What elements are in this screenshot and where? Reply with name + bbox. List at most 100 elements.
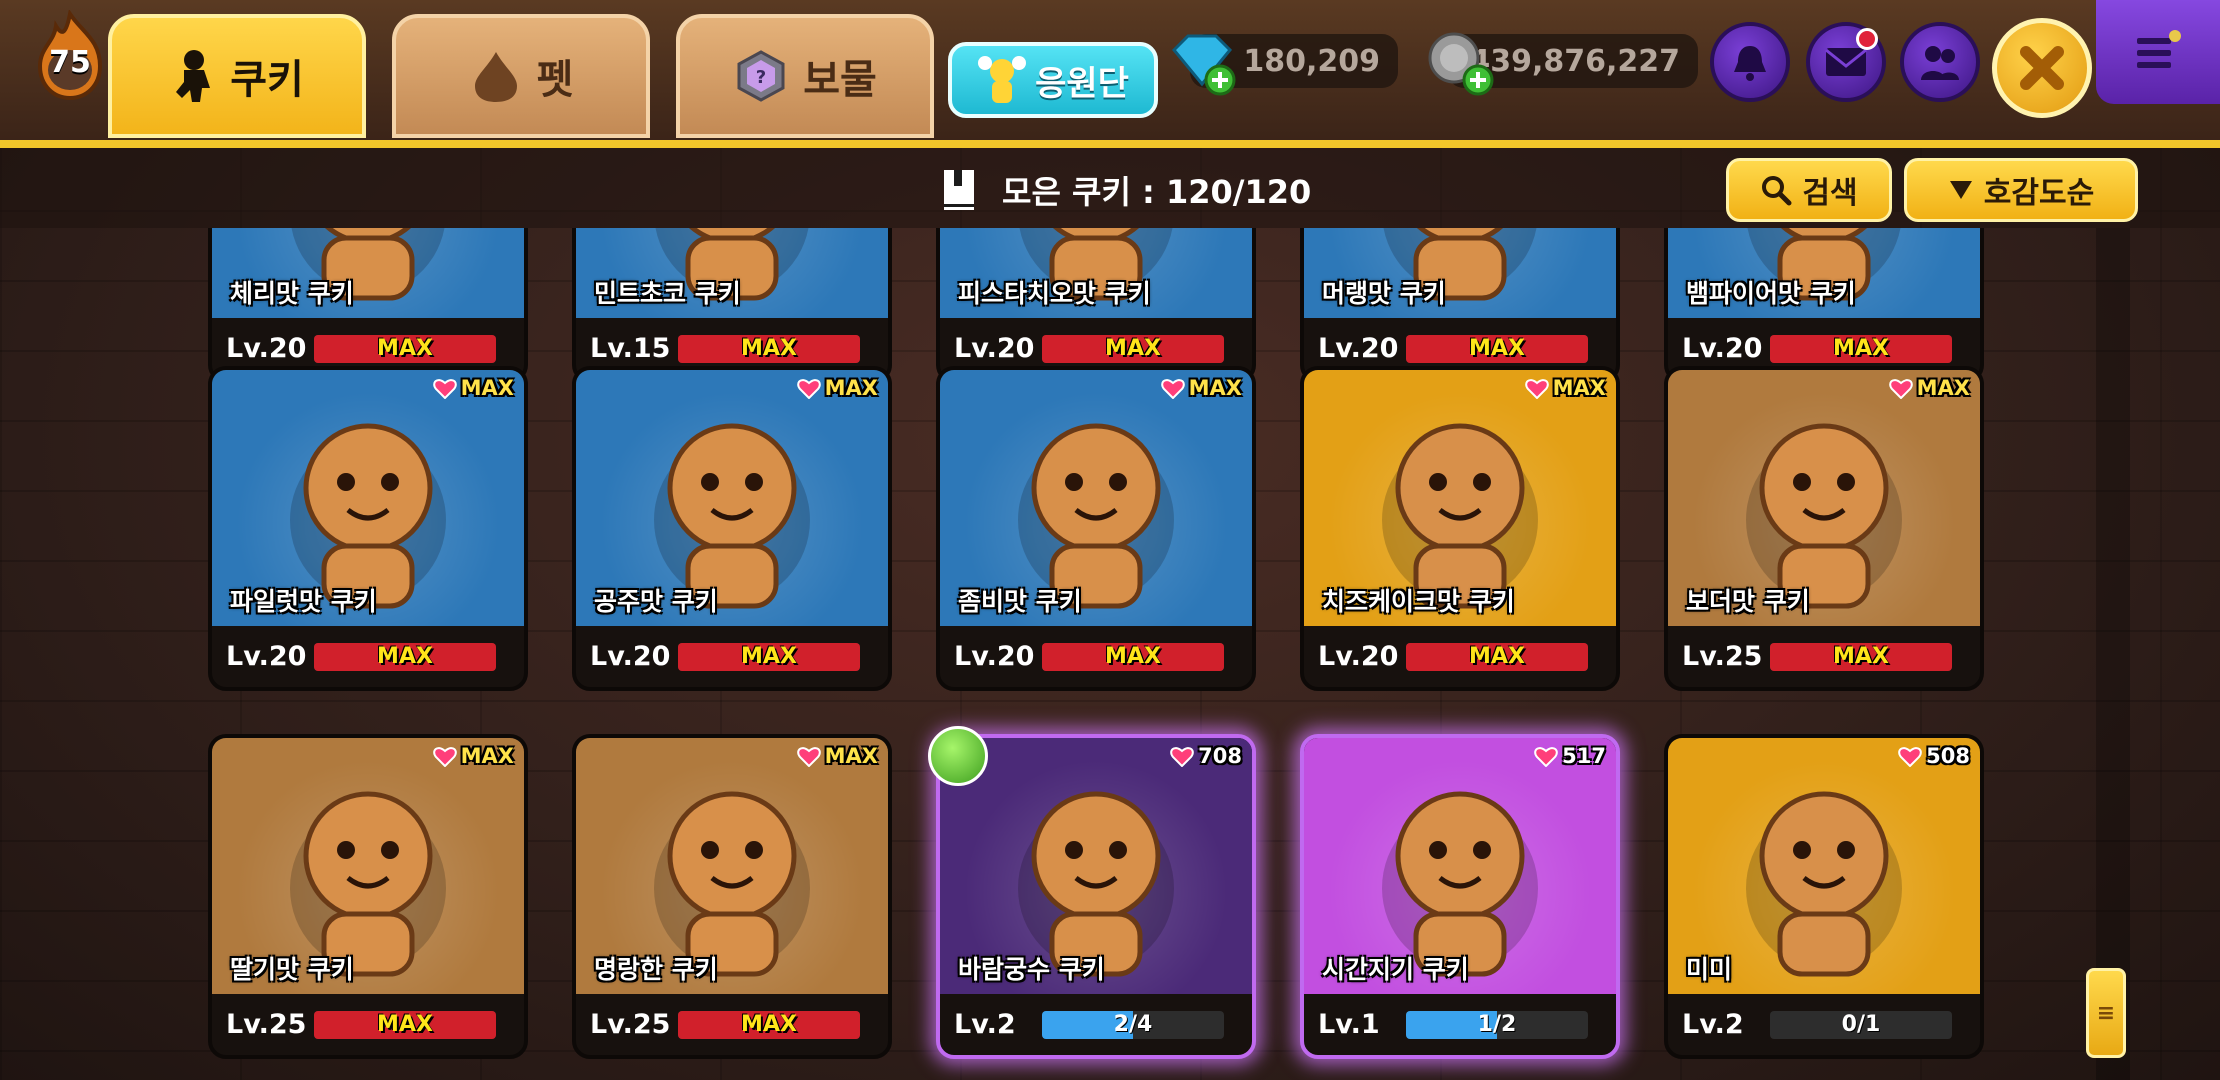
cookie-card[interactable]: 머랭맛 쿠키 Lv.20 MAX bbox=[1300, 228, 1620, 383]
top-bar: 75 쿠키 펫 ? 보물 응원단 180,209 439,876,227 bbox=[0, 0, 2220, 148]
collected-count-label: 모은 쿠키 : 120/120 bbox=[1002, 173, 1312, 211]
affinity-badge: 508 bbox=[1898, 744, 1970, 768]
level-progress-bar: MAX bbox=[1406, 642, 1588, 671]
tab-pet-label: 펫 bbox=[536, 57, 574, 103]
menu-icon bbox=[2137, 30, 2181, 68]
cookie-card[interactable]: 뱀파이어맛 쿠키 Lv.20 MAX bbox=[1664, 228, 1984, 383]
level-progress-bar: 1/2 bbox=[1406, 1010, 1588, 1039]
affinity-value: MAX bbox=[460, 744, 514, 768]
search-button[interactable]: 검색 bbox=[1726, 158, 1892, 222]
cheer-icon bbox=[978, 56, 1027, 103]
buff-gem-icon bbox=[928, 726, 988, 786]
level-progress-label: 1/2 bbox=[1477, 1012, 1517, 1037]
cookie-level: Lv.20 bbox=[1682, 333, 1763, 364]
treasure-icon: ? bbox=[737, 50, 785, 102]
cookie-card[interactable]: MAX 치즈케이크맛 쿠키 Lv.20 MAX bbox=[1300, 366, 1620, 691]
sort-dropdown[interactable]: 호감도순 bbox=[1904, 158, 2138, 222]
heart-icon bbox=[796, 747, 821, 767]
level-progress-bar: MAX bbox=[678, 642, 860, 671]
level-progress-bar: MAX bbox=[314, 642, 496, 671]
cookie-card[interactable]: MAX 좀비맛 쿠키 Lv.20 MAX bbox=[936, 366, 1256, 691]
cookie-icon bbox=[176, 50, 211, 102]
coin-icon bbox=[1428, 32, 1494, 96]
book-icon bbox=[944, 170, 974, 210]
cookie-name: 좀비맛 쿠키 bbox=[958, 587, 1082, 616]
level-progress-bar: MAX bbox=[1770, 334, 1952, 363]
affinity-value: 517 bbox=[1562, 744, 1606, 768]
cookie-card[interactable]: MAX 파일럿맛 쿠키 Lv.20 MAX bbox=[208, 366, 528, 691]
cookie-level: Lv.25 bbox=[1682, 641, 1763, 672]
cookie-card[interactable]: 체리맛 쿠키 Lv.20 MAX bbox=[208, 228, 528, 383]
friends-button[interactable] bbox=[1900, 22, 1980, 102]
level-progress-label: MAX bbox=[377, 644, 433, 669]
card-footer: Lv.20 MAX bbox=[576, 626, 888, 687]
cookie-name: 머랭맛 쿠키 bbox=[1322, 279, 1446, 308]
level-progress-bar: MAX bbox=[1042, 334, 1224, 363]
mail-notification-dot bbox=[1856, 28, 1878, 50]
close-icon bbox=[2020, 46, 2064, 90]
level-progress-bar: MAX bbox=[678, 1010, 860, 1039]
level-progress-label: MAX bbox=[1469, 644, 1525, 669]
bell-icon bbox=[1734, 46, 1766, 81]
affinity-badge: MAX bbox=[796, 376, 878, 400]
heart-icon bbox=[432, 747, 457, 767]
cookie-level: Lv.20 bbox=[226, 333, 307, 364]
level-progress-label: MAX bbox=[1469, 336, 1525, 361]
cookie-level: Lv.20 bbox=[1318, 333, 1399, 364]
cookie-name: 보더맛 쿠키 bbox=[1686, 587, 1810, 616]
cookie-name: 체리맛 쿠키 bbox=[230, 279, 354, 308]
cheer-squad-button[interactable]: 응원단 bbox=[948, 42, 1158, 118]
tab-cookie[interactable]: 쿠키 bbox=[108, 14, 366, 138]
svg-text:?: ? bbox=[756, 67, 766, 88]
cookie-name: 명랑한 쿠키 bbox=[594, 955, 718, 984]
affinity-badge: MAX bbox=[1524, 376, 1606, 400]
heart-icon bbox=[432, 379, 457, 399]
player-level: 75 bbox=[49, 45, 91, 80]
scrollbar-handle[interactable]: ≡ bbox=[2086, 968, 2126, 1058]
notification-button[interactable] bbox=[1710, 22, 1790, 102]
cookie-card[interactable]: MAX 딸기맛 쿠키 Lv.25 MAX bbox=[208, 734, 528, 1059]
mail-button[interactable] bbox=[1806, 22, 1886, 102]
cookie-level: Lv.2 bbox=[1682, 1009, 1744, 1040]
card-footer: Lv.25 MAX bbox=[212, 994, 524, 1055]
crystal-icon bbox=[1171, 34, 1236, 96]
cookie-name: 뱀파이어맛 쿠키 bbox=[1686, 279, 1856, 308]
cookie-card[interactable]: MAX 공주맛 쿠키 Lv.20 MAX bbox=[572, 366, 892, 691]
collected-count: 모은 쿠키 : 120/120 bbox=[940, 160, 1311, 220]
card-footer: Lv.2 2/4 bbox=[940, 994, 1252, 1055]
cookie-name: 미미 bbox=[1686, 955, 1733, 984]
menu-button[interactable] bbox=[2096, 0, 2220, 104]
cookie-card[interactable]: MAX 보더맛 쿠키 Lv.25 MAX bbox=[1664, 366, 1984, 691]
cookie-card[interactable]: 508 미미 Lv.2 0/1 bbox=[1664, 734, 1984, 1059]
level-progress-label: MAX bbox=[377, 336, 433, 361]
affinity-value: MAX bbox=[460, 376, 514, 400]
level-progress-label: MAX bbox=[741, 336, 797, 361]
level-progress-label: MAX bbox=[377, 1012, 433, 1037]
player-level-badge: 75 bbox=[30, 10, 110, 100]
heart-icon bbox=[1898, 747, 1922, 767]
close-button[interactable] bbox=[1992, 18, 2092, 118]
cookie-card[interactable]: 517 시간지기 쿠키 Lv.1 1/2 bbox=[1300, 734, 1620, 1059]
cookie-card[interactable]: 708 바람궁수 쿠키 Lv.2 2/4 bbox=[936, 734, 1256, 1059]
level-progress-bar: MAX bbox=[678, 334, 860, 363]
level-progress-label: MAX bbox=[1833, 336, 1889, 361]
level-progress-label: MAX bbox=[1105, 644, 1161, 669]
level-progress-label: MAX bbox=[741, 644, 797, 669]
tab-treasure[interactable]: ? 보물 bbox=[676, 14, 934, 138]
affinity-badge: 708 bbox=[1170, 744, 1242, 768]
cookie-card[interactable]: MAX 명랑한 쿠키 Lv.25 MAX bbox=[572, 734, 892, 1059]
cookie-card[interactable]: 피스타치오맛 쿠키 Lv.20 MAX bbox=[936, 228, 1256, 383]
scrollbar-track[interactable] bbox=[2096, 228, 2130, 1080]
affinity-badge: 517 bbox=[1534, 744, 1606, 768]
card-footer: Lv.1 1/2 bbox=[1304, 994, 1616, 1055]
cookie-level: Lv.1 bbox=[1318, 1009, 1380, 1040]
tab-pet[interactable]: 펫 bbox=[392, 14, 650, 138]
cookie-level: Lv.15 bbox=[590, 333, 671, 364]
cookie-level: Lv.25 bbox=[590, 1009, 671, 1040]
crystal-counter: 180,209 bbox=[1171, 34, 1398, 96]
cookie-card[interactable]: 민트초코 쿠키 Lv.15 MAX bbox=[572, 228, 892, 383]
level-progress-bar: MAX bbox=[1406, 334, 1588, 363]
cookie-name: 치즈케이크맛 쿠키 bbox=[1322, 587, 1515, 616]
level-progress-bar: MAX bbox=[314, 1010, 496, 1039]
level-progress-bar: MAX bbox=[1042, 642, 1224, 671]
